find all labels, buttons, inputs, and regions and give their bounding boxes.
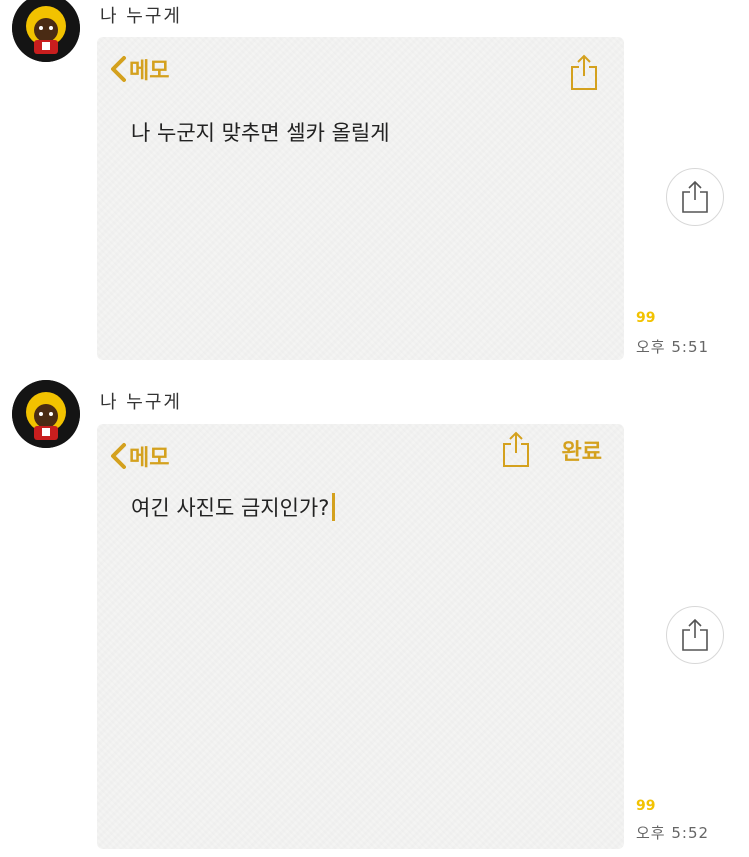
note-text-editing[interactable]: 여긴 사진도 금지인가? [131,492,336,522]
memo-card[interactable]: 메모 나 누군지 맞추면 셀카 올릴게 [97,37,624,360]
unread-count: 99 [636,798,656,814]
back-button[interactable]: 메모 [109,440,169,472]
memo-card[interactable]: 메모 완료 여긴 사진도 금지인가? [97,424,624,849]
sender-name: 나 누구게 [100,6,182,27]
timestamp: 오후 5:52 [636,824,710,842]
share-icon [571,54,597,90]
share-icon [682,180,708,213]
share-button[interactable] [501,430,531,472]
unread-count: 99 [636,310,656,326]
avatar-character-icon [12,380,80,448]
note-text[interactable]: 나 누군지 맞추면 셀카 올릴게 [131,117,390,147]
back-label: 메모 [129,59,170,84]
avatar[interactable] [12,0,80,62]
sender-name: 나 누구게 [100,392,182,413]
back-button[interactable]: 메모 [109,53,169,85]
share-button-circle[interactable] [666,606,724,664]
text-cursor [332,493,336,521]
share-button-circle[interactable] [666,168,724,226]
chat-message-1: 나 누구게 메모 나 누군지 맞추면 셀카 올릴게 99 오후 5:51 [0,0,749,365]
chat-message-2: 나 누구게 메모 완료 여긴 사진도 금지인가? 99 오후 5:52 [0,380,749,850]
timestamp: 오후 5:51 [636,338,710,356]
avatar[interactable] [12,380,80,448]
chevron-left-icon [111,443,126,469]
chevron-left-icon [111,56,126,82]
share-icon [503,431,529,467]
done-button[interactable]: 완료 [562,434,602,466]
share-button[interactable] [569,53,599,95]
back-label: 메모 [129,446,170,471]
note-text: 여긴 사진도 금지인가? [131,496,330,520]
share-icon [682,618,708,651]
avatar-character-icon [12,0,80,62]
